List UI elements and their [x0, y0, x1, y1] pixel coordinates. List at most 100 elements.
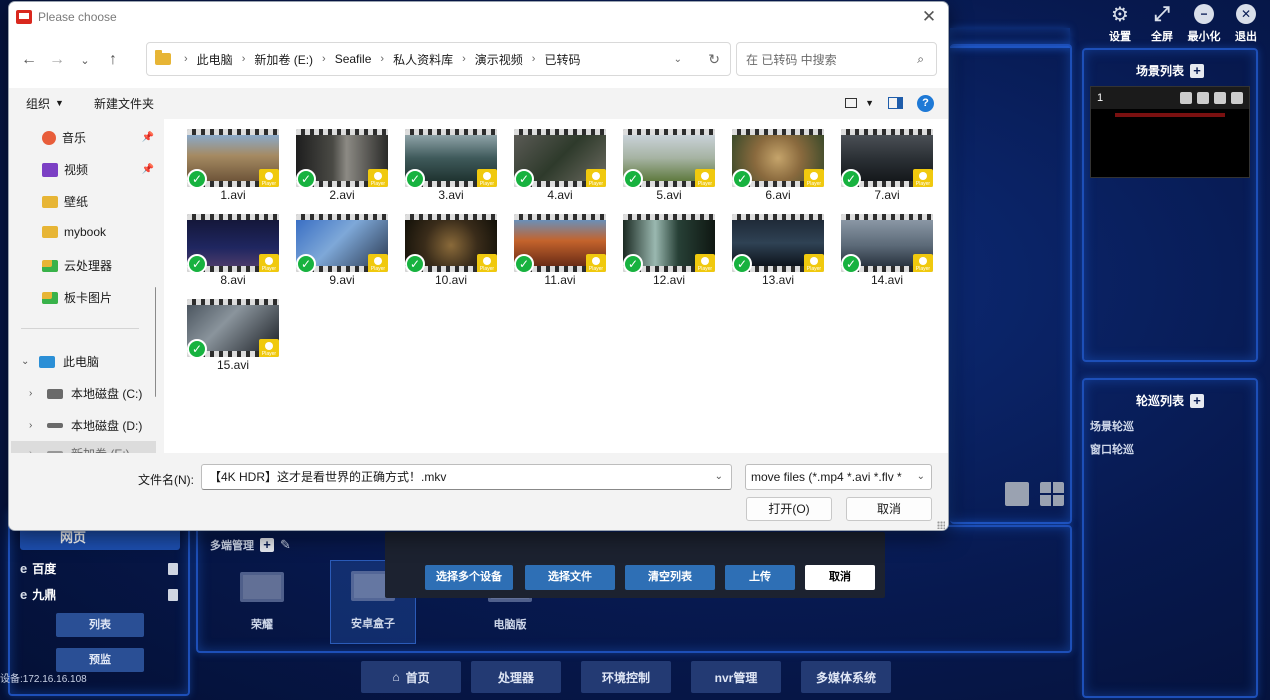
chevron-down-icon[interactable]: ⌄	[715, 465, 723, 489]
clear-list-button[interactable]: 清空列表	[625, 565, 715, 590]
file-item[interactable]: ✓ Player 9.avi	[294, 214, 390, 294]
pin-icon[interactable]: 📌	[142, 132, 154, 143]
trash-icon[interactable]	[168, 588, 178, 601]
preview-pane-icon[interactable]	[888, 97, 903, 109]
tour-item-window[interactable]: 窗口轮巡	[1090, 441, 1134, 457]
file-item[interactable]: ✓ Player 2.avi	[294, 129, 390, 209]
chevron-right-icon[interactable]: ›	[29, 388, 39, 399]
player-icon: Player	[913, 254, 933, 272]
file-item[interactable]: ✓ Player 5.avi	[621, 129, 717, 209]
file-item[interactable]: ✓ Player 1.avi	[185, 129, 281, 209]
sidebar-item-mybook[interactable]: mybook	[42, 225, 154, 239]
fullscreen-tool[interactable]: ⤢ 全屏	[1148, 3, 1176, 44]
minimize-tool[interactable]: − 最小化	[1188, 4, 1221, 44]
file-item[interactable]: ✓ Player 6.avi	[730, 129, 826, 209]
add-tour-icon[interactable]: +	[1190, 393, 1204, 408]
edit-icon[interactable]	[1197, 92, 1209, 104]
nav-environment[interactable]: 环境控制	[581, 661, 671, 693]
up-arrow-icon[interactable]: ↑	[99, 51, 127, 69]
list-button[interactable]: 列表	[56, 613, 144, 637]
sidebar-item-board-images[interactable]: 板卡图片	[42, 289, 154, 306]
file-item[interactable]: ✓ Player 7.avi	[839, 129, 935, 209]
file-list: ✓ Player 1.avi ✓ Player 2.avi ✓ Player 3.avi ✓ Pla…	[164, 119, 948, 453]
pin-icon[interactable]: 📌	[142, 164, 154, 175]
filetype-select[interactable]: move files (*.mp4 *.avi *.flv * ⌄	[745, 464, 932, 490]
tree-item-drive-e[interactable]: › 新加卷 (E:)	[29, 445, 130, 453]
view-options[interactable]: ▼	[845, 98, 874, 108]
nav-label: 首页	[405, 670, 430, 685]
left-item-jiuding[interactable]: e 九鼎	[20, 586, 178, 603]
sidebar-item-music[interactable]: 音乐 📌	[42, 129, 154, 146]
cloud-icon[interactable]	[1180, 92, 1192, 104]
organize-menu[interactable]: 组织 ▼	[26, 95, 64, 112]
back-arrow-icon[interactable]: ←	[15, 51, 43, 69]
search-icon[interactable]: ⌕	[917, 52, 924, 67]
file-item[interactable]: ✓ Player 8.avi	[185, 214, 281, 294]
file-item[interactable]: ✓ Player 11.avi	[512, 214, 608, 294]
help-icon[interactable]: ?	[917, 94, 934, 112]
chevron-down-icon[interactable]: ⌄	[913, 465, 925, 489]
breadcrumb-item[interactable]: 私人资料库	[393, 51, 453, 68]
edit-icon[interactable]: ✎	[280, 537, 291, 553]
sidebar-item-videos[interactable]: 视频 📌	[42, 161, 154, 178]
breadcrumb-item[interactable]: 演示视频	[475, 51, 523, 68]
film-strip	[405, 214, 497, 220]
sidebar-item-cloud-processor[interactable]: 云处理器	[42, 257, 154, 274]
file-item[interactable]: ✓ Player 14.avi	[839, 214, 935, 294]
address-bar[interactable]: › 此电脑 › 新加卷 (E:) › Seafile › 私人资料库 › 演示视频 › 已转…	[146, 42, 731, 76]
left-item-baidu[interactable]: e 百度	[20, 560, 178, 577]
add-device-icon[interactable]: +	[260, 538, 274, 552]
save-icon[interactable]	[1214, 92, 1226, 104]
tree-item-drive-d[interactable]: › 本地磁盘 (D:)	[29, 417, 142, 434]
grid-layout-icon[interactable]	[1040, 482, 1064, 506]
open-button[interactable]: 打开(O)	[746, 497, 832, 521]
nav-processor[interactable]: 处理器	[471, 661, 561, 693]
search-box[interactable]: 在 已转码 中搜索 ⌕	[736, 42, 937, 76]
trash-icon[interactable]	[168, 562, 178, 575]
tree-item-this-pc[interactable]: ⌄ 此电脑	[21, 353, 99, 370]
sidebar-item-wallpaper[interactable]: 壁纸	[42, 193, 154, 210]
file-item[interactable]: ✓ Player 4.avi	[512, 129, 608, 209]
file-item[interactable]: ✓ Player 15.avi	[185, 299, 281, 379]
filename-input[interactable]: 【4K HDR】这才是看世界的正确方式！.mkv ⌄	[201, 464, 732, 490]
chevron-right-icon[interactable]: ›	[29, 420, 39, 431]
upload-button[interactable]: 上传	[725, 565, 795, 590]
refresh-icon[interactable]: ↻	[708, 51, 720, 68]
breadcrumb-item[interactable]: 此电脑	[197, 51, 233, 68]
file-item[interactable]: ✓ Player 12.avi	[621, 214, 717, 294]
trash-icon[interactable]	[1231, 92, 1243, 104]
cancel-button[interactable]: 取消	[846, 497, 932, 521]
scene-card[interactable]: 1	[1090, 86, 1250, 178]
breadcrumb-item[interactable]: 新加卷 (E:)	[254, 51, 313, 68]
exit-tool[interactable]: ✕ 退出	[1232, 4, 1260, 44]
tour-item-scene[interactable]: 场景轮巡	[1090, 418, 1134, 434]
nav-multimedia[interactable]: 多媒体系统	[801, 661, 891, 693]
upload-cancel-button[interactable]: 取消	[805, 565, 875, 590]
settings-tool[interactable]: ⚙ 设置	[1106, 4, 1134, 44]
dialog-titlebar[interactable]: Please choose ✕	[9, 2, 948, 32]
file-item[interactable]: ✓ Player 3.avi	[403, 129, 499, 209]
close-icon[interactable]: ✕	[918, 6, 940, 28]
file-item[interactable]: ✓ Player 10.avi	[403, 214, 499, 294]
exit-label: 退出	[1235, 31, 1257, 43]
add-scene-icon[interactable]: +	[1190, 63, 1204, 78]
nav-home[interactable]: ⌂ 首页	[361, 661, 461, 693]
tree-item-drive-c[interactable]: › 本地磁盘 (C:)	[29, 385, 142, 402]
fullscreen-label: 全屏	[1151, 31, 1173, 43]
select-file-button[interactable]: 选择文件	[525, 565, 615, 590]
preview-button[interactable]: 预监	[56, 648, 144, 672]
device-honor[interactable]: 荣耀	[216, 562, 308, 632]
address-dropdown-icon[interactable]: ⌄	[674, 54, 682, 65]
select-devices-button[interactable]: 选择多个设备	[425, 565, 513, 590]
resize-grip[interactable]	[937, 521, 945, 529]
chevron-down-icon[interactable]: ⌄	[21, 356, 31, 367]
sidebar-scrollbar[interactable]	[155, 287, 156, 397]
file-item[interactable]: ✓ Player 13.avi	[730, 214, 826, 294]
forward-arrow-icon[interactable]: →	[43, 51, 71, 69]
nav-nvr[interactable]: nvr管理	[691, 661, 781, 693]
single-layout-icon[interactable]	[1005, 482, 1029, 506]
breadcrumb-item[interactable]: 已转码	[544, 51, 580, 68]
recent-dropdown-icon[interactable]: ⌄	[71, 54, 99, 67]
new-folder-button[interactable]: 新建文件夹	[94, 95, 154, 112]
breadcrumb-item[interactable]: Seafile	[335, 52, 372, 66]
